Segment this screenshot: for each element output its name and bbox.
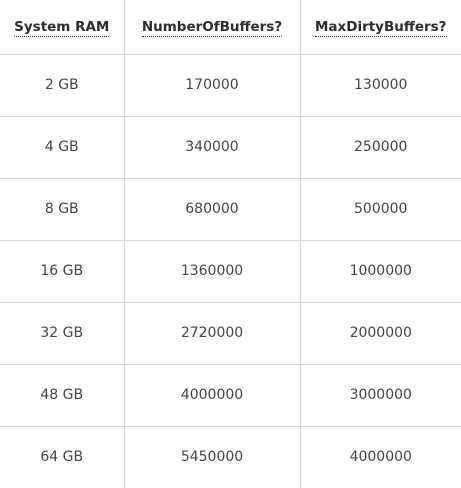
table-row: 48 GB 4000000 3000000 <box>0 364 461 426</box>
cell-system-ram: 48 GB <box>40 387 84 403</box>
cell-system-ram: 32 GB <box>40 325 84 341</box>
cell-number-of-buffers: 5450000 <box>123 426 300 488</box>
header-max-dirty-buffers-label: MaxDirtyBuffers? <box>314 18 447 37</box>
cell-max-dirty-buffers: 130000 <box>299 54 461 116</box>
table-row: 8 GB 680000 500000 <box>0 178 461 240</box>
cell-number-of-buffers: 170000 <box>123 54 300 116</box>
cell-system-ram: 16 GB <box>40 263 84 279</box>
table-row: 64 GB 5450000 4000000 <box>0 426 461 488</box>
cell-max-dirty-buffers: 500000 <box>299 178 461 240</box>
header-row: System RAM NumberOfBuffers? MaxDirtyBuff… <box>0 0 461 54</box>
cell-max-dirty-buffers: 4000000 <box>299 426 461 488</box>
cell-number-of-buffers: 340000 <box>123 116 300 178</box>
cell-number-of-buffers: 2720000 <box>123 302 300 364</box>
table-row: 16 GB 1360000 1000000 <box>0 240 461 302</box>
table-row: 4 GB 340000 250000 <box>0 116 461 178</box>
cell-max-dirty-buffers: 3000000 <box>299 364 461 426</box>
table-row: 32 GB 2720000 2000000 <box>0 302 461 364</box>
cell-system-ram: 4 GB <box>44 139 79 155</box>
header-number-of-buffers: NumberOfBuffers? <box>123 0 300 54</box>
cell-max-dirty-buffers: 1000000 <box>299 240 461 302</box>
buffer-settings-table: System RAM NumberOfBuffers? MaxDirtyBuff… <box>0 0 461 488</box>
cell-number-of-buffers: 680000 <box>123 178 300 240</box>
table-header: System RAM NumberOfBuffers? MaxDirtyBuff… <box>0 0 461 54</box>
cell-system-ram: 8 GB <box>44 201 79 217</box>
header-system-ram: System RAM <box>0 0 124 54</box>
table-body: 2 GB 170000 130000 4 GB 340000 250000 8 … <box>0 54 461 488</box>
header-system-ram-label: System RAM <box>14 18 110 37</box>
cell-number-of-buffers: 4000000 <box>123 364 300 426</box>
cell-max-dirty-buffers: 2000000 <box>299 302 461 364</box>
cell-system-ram: 2 GB <box>44 77 79 93</box>
cell-max-dirty-buffers: 250000 <box>299 116 461 178</box>
header-number-of-buffers-label: NumberOfBuffers? <box>141 18 283 37</box>
cell-number-of-buffers: 1360000 <box>123 240 300 302</box>
cell-system-ram: 64 GB <box>40 449 84 466</box>
table-row: 2 GB 170000 130000 <box>0 54 461 116</box>
header-max-dirty-buffers: MaxDirtyBuffers? <box>299 0 461 54</box>
